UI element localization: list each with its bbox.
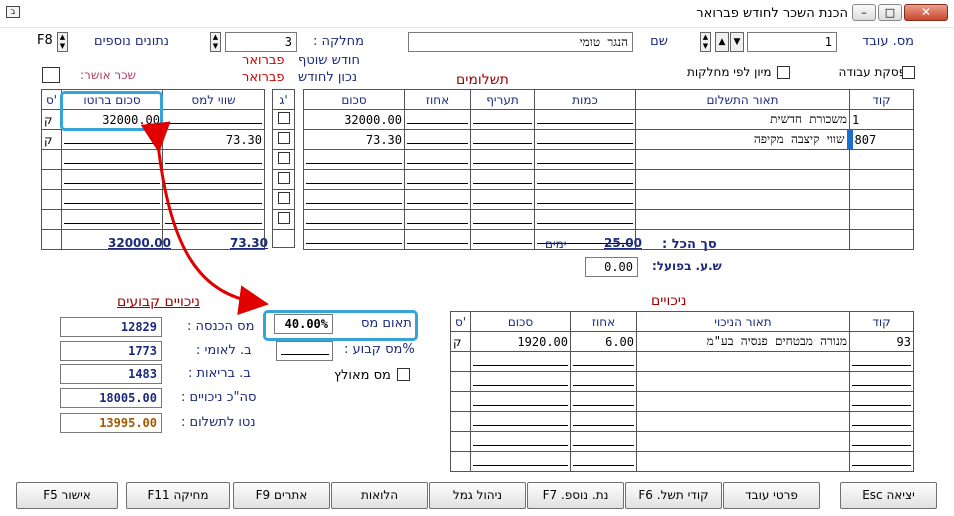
employee-details-button[interactable]: פרטי עובד <box>723 482 820 509</box>
sites-button[interactable]: אתרים F9 <box>233 482 330 509</box>
approve-button[interactable]: אישור F5 <box>16 482 118 509</box>
loans-button[interactable]: הלואות <box>331 482 428 509</box>
provident-fund-button[interactable]: ניהול גמל <box>429 482 526 509</box>
delete-button[interactable]: מחיקה F11 <box>126 482 230 509</box>
payment-codes-button[interactable]: קודי תשל. F6 <box>625 482 722 509</box>
extra-data-button[interactable]: נת. נוספ. F7 <box>527 482 624 509</box>
exit-button[interactable]: יציאה Esc <box>840 482 937 509</box>
annotation-arrow <box>140 121 269 316</box>
